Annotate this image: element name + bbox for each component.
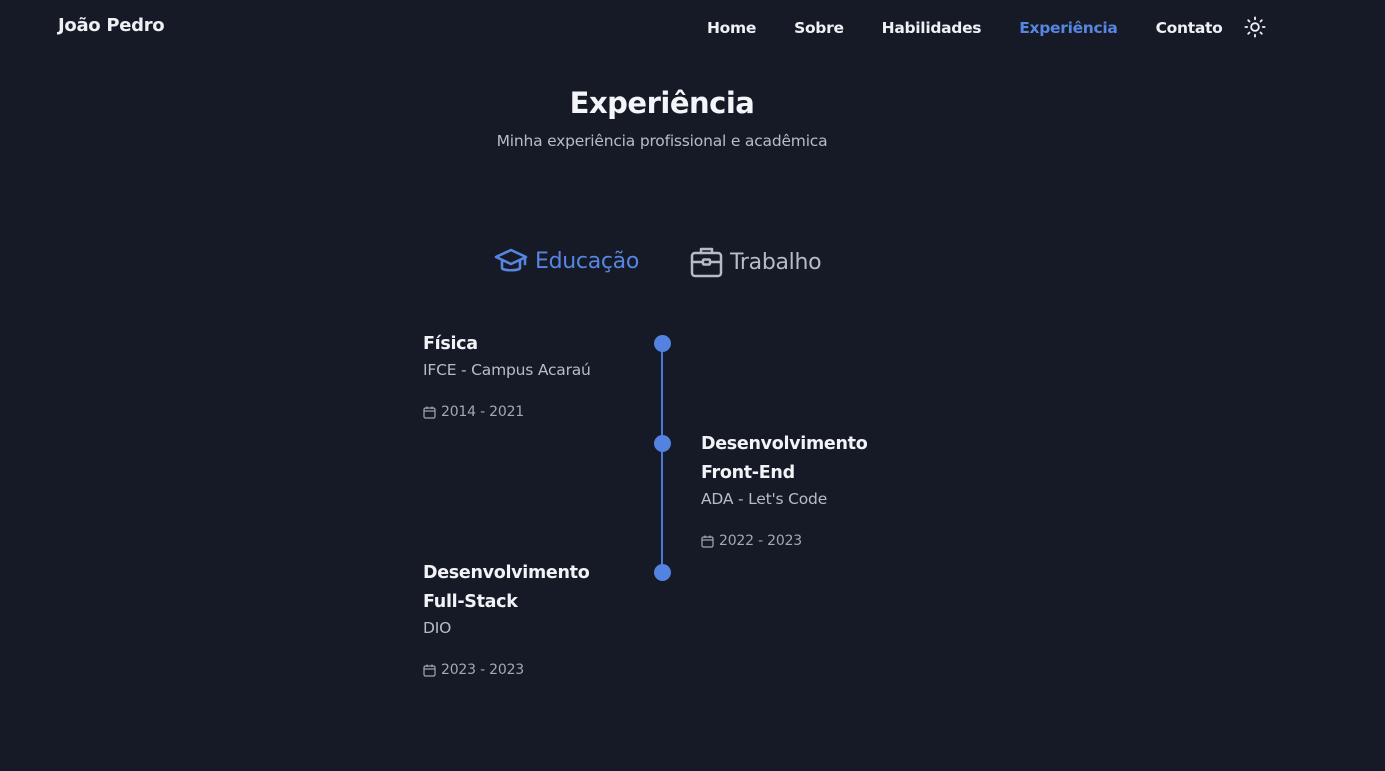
section-subtitle: Minha experiência profissional e acadêmi…	[496, 132, 828, 150]
calendar-icon	[423, 664, 436, 677]
timeline-item: Desenvolvimento Full-Stack DIO 2023 - 20…	[423, 559, 603, 678]
timeline-line	[661, 343, 663, 572]
main-nav: Home Sobre Habilidades Experiência Conta…	[707, 16, 1267, 38]
timeline-item-org: ADA - Let's Code	[701, 490, 828, 508]
briefcase-icon	[690, 247, 723, 278]
sun-icon[interactable]	[1244, 16, 1267, 38]
timeline-item-date-text: 2014 - 2021	[441, 404, 525, 420]
timeline-item-date-text: 2023 - 2023	[441, 662, 525, 678]
brand-logo[interactable]: João Pedro	[58, 15, 165, 36]
timeline-item: Física IFCE - Campus Acaraú 2014 - 2021	[423, 330, 643, 420]
timeline-item-title: Desenvolvimento Full-Stack	[423, 563, 590, 612]
timeline-item-date: 2014 - 2021	[423, 404, 643, 420]
nav-sobre[interactable]: Sobre	[794, 19, 844, 37]
section-title: Experiência	[569, 86, 755, 120]
timeline-item-date: 2022 - 2023	[701, 533, 881, 549]
nav-habilidades[interactable]: Habilidades	[882, 19, 982, 37]
timeline-item-title: Desenvolvimento Front-End	[701, 434, 868, 483]
timeline-item-org: IFCE - Campus Acaraú	[423, 361, 591, 379]
timeline-item-date: 2023 - 2023	[423, 662, 603, 678]
calendar-icon	[701, 535, 714, 548]
timeline-item-title: Física	[423, 334, 478, 354]
nav-home[interactable]: Home	[707, 19, 756, 37]
tab-educacao-label: Educação	[535, 248, 640, 274]
tab-educacao[interactable]: Educação	[494, 246, 639, 276]
nav-experiencia[interactable]: Experiência	[1019, 19, 1118, 37]
timeline-item-org: DIO	[423, 619, 452, 637]
graduation-cap-icon	[494, 248, 528, 272]
timeline-dot	[653, 563, 671, 581]
nav-contato[interactable]: Contato	[1156, 19, 1223, 37]
tab-trabalho-label: Trabalho	[730, 249, 822, 275]
calendar-icon	[423, 406, 436, 419]
timeline-dot	[653, 434, 671, 452]
tab-trabalho[interactable]: Trabalho	[690, 246, 822, 278]
timeline-item-date-text: 2022 - 2023	[719, 533, 803, 549]
timeline-dot	[653, 334, 671, 352]
timeline-item: Desenvolvimento Front-End ADA - Let's Co…	[701, 430, 881, 549]
